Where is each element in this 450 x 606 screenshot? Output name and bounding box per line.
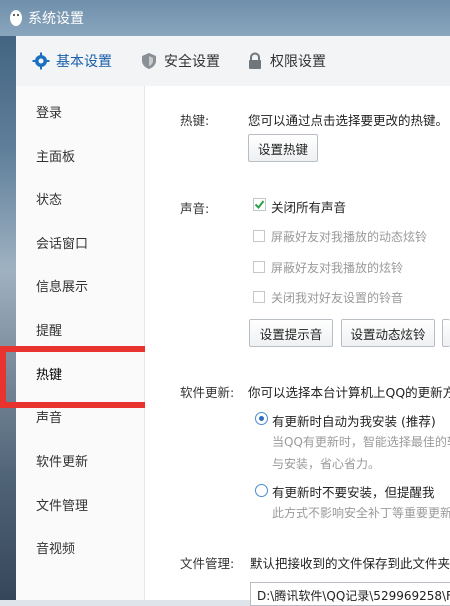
mute-all-label: 关闭所有声音 <box>271 200 347 215</box>
sidebar-item-chat-window[interactable]: 会话窗口 <box>36 233 88 252</box>
sidebar-item-reminder[interactable]: 提醒 <box>36 320 62 339</box>
tab-security-settings[interactable]: 安全设置 <box>140 50 220 72</box>
red-highlight-box <box>0 346 152 408</box>
hotkey-description: 您可以通过点击选择要更改的热键。 <box>248 113 449 128</box>
download-path-field[interactable]: D:\腾讯软件\QQ记录\529969258\Fil <box>250 582 450 606</box>
tab-permission-settings[interactable]: 权限设置 <box>246 50 326 72</box>
settings-tabs: 基本设置 安全设置 权限设置 <box>16 36 450 87</box>
sidebar-item-software-update[interactable]: 软件更新 <box>36 451 88 470</box>
shield-icon <box>142 53 156 69</box>
auto-install-desc-line2: 与安装，省心省力。 <box>272 457 381 471</box>
window-title: 系统设置 <box>28 11 84 27</box>
auto-install-desc-line1: 当QQ有更新时，智能选择最佳的软 <box>272 435 450 449</box>
sidebar-item-status[interactable]: 状态 <box>36 189 62 208</box>
sidebar-item-login[interactable]: 登录 <box>36 102 62 121</box>
tab-label: 基本设置 <box>56 54 112 70</box>
sidebar-item-audio-video[interactable]: 音视频 <box>36 538 75 557</box>
settings-sidebar: 登录 主面板 状态 会话窗口 信息展示 提醒 热键 声音 软件更新 文件管理 音… <box>16 86 145 600</box>
hotkey-section-label: 热键: <box>180 113 210 128</box>
radio-auto-install[interactable] <box>255 412 268 425</box>
checkbox-block-dynamic-ringtone[interactable] <box>253 230 265 242</box>
notify-only-label: 有更新时不要安装，但提醒我 <box>272 485 435 500</box>
lock-icon <box>249 52 261 69</box>
settings-content: 热键: 您可以通过点击选择要更改的热键。 设置热键 声音: 关闭所有声音 屏蔽好… <box>145 86 450 606</box>
gear-icon <box>32 52 50 70</box>
notify-only-desc: 此方式不影响安全补丁等重要更新 <box>272 506 450 520</box>
tab-basic-settings[interactable]: 基本设置 <box>32 50 112 72</box>
sidebar-item-sound[interactable]: 声音 <box>36 407 62 426</box>
sound-section-label: 声音: <box>180 201 210 216</box>
block-ringtone-label: 屏蔽好友对我播放的炫铃 <box>271 261 404 275</box>
block-dynamic-ringtone-label: 屏蔽好友对我播放的动态炫铃 <box>271 230 428 244</box>
sidebar-item-main-panel[interactable]: 主面板 <box>36 146 75 165</box>
desktop-background <box>0 0 16 600</box>
tab-label: 权限设置 <box>270 54 326 70</box>
set-dynamic-ringtone-button[interactable]: 设置动态炫铃 <box>341 319 435 347</box>
radio-notify-only[interactable] <box>255 484 268 497</box>
update-description: 你可以选择本台计算机上QQ的更新方式 <box>248 385 450 400</box>
file-management-description: 默认把接收到的文件保存到此文件夹中 <box>250 556 450 571</box>
set-notification-sound-button[interactable]: 设置提示音 <box>249 319 333 347</box>
checkbox-mute-all[interactable] <box>253 198 266 211</box>
set-hotkey-button[interactable]: 设置热键 <box>248 134 318 162</box>
update-section-label: 软件更新: <box>180 385 235 400</box>
disable-friend-ringtone-label: 关闭我对好友设置的铃音 <box>271 291 404 305</box>
qq-penguin-icon <box>10 10 22 26</box>
more-sound-button[interactable] <box>442 319 450 347</box>
sidebar-item-info-display[interactable]: 信息展示 <box>36 276 88 295</box>
sidebar-item-file-management[interactable]: 文件管理 <box>36 495 88 514</box>
checkbox-block-ringtone[interactable] <box>253 261 265 273</box>
title-bar: 系统设置 <box>0 0 450 36</box>
file-management-section-label: 文件管理: <box>180 556 235 571</box>
auto-install-label: 有更新时自动为我安装 (推荐) <box>272 414 436 429</box>
tab-label: 安全设置 <box>164 54 220 70</box>
checkbox-disable-friend-ringtone[interactable] <box>253 291 265 303</box>
